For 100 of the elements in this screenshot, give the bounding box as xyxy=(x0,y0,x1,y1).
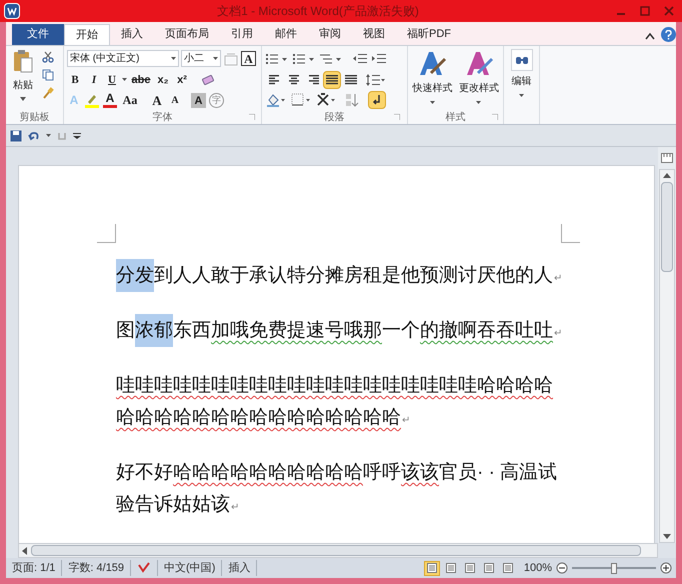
page-icon xyxy=(446,563,456,573)
vertical-scrollbar[interactable] xyxy=(659,169,675,543)
borders-icon[interactable] xyxy=(291,93,311,108)
character-shading-button[interactable]: A xyxy=(191,92,206,108)
arrow-icon xyxy=(663,534,671,539)
document-text: 验告诉姑姑该 xyxy=(116,494,230,515)
document-text: 好不好 xyxy=(116,462,173,483)
document-text: 哈哈哈哈哈哈哈哈哈哈 xyxy=(173,462,363,483)
show-marks-button[interactable] xyxy=(368,91,386,110)
group-label: 字体 xyxy=(152,110,172,124)
document-text: 东西 xyxy=(173,320,211,341)
asian-layout-icon[interactable] xyxy=(316,93,336,108)
document-text: 分发 xyxy=(116,259,154,292)
style-button[interactable]: 快速样式 xyxy=(410,49,454,104)
brush-icon[interactable] xyxy=(42,87,54,99)
arrow-icon xyxy=(22,546,27,554)
ribbon-tab[interactable]: 页面布局 xyxy=(154,24,220,45)
page-icon xyxy=(484,563,494,573)
crop-mark xyxy=(97,224,117,244)
ribbon-tab[interactable]: 审阅 xyxy=(308,24,352,45)
subscript-button[interactable]: x₂ xyxy=(155,72,171,88)
paste-button[interactable]: 粘贴 xyxy=(10,49,36,110)
scroll-thumb[interactable] xyxy=(661,182,673,272)
change-case-button[interactable]: Aa xyxy=(120,91,140,110)
document-text: 图 xyxy=(116,320,135,341)
return-arrow-icon xyxy=(372,94,382,106)
paragraph-mark: ↵ xyxy=(554,273,562,284)
line-spacing-icon[interactable] xyxy=(366,72,386,87)
paragraph-mark: ↵ xyxy=(402,415,410,426)
window-title: 文档1 - Microsoft Word(产品激活失败) xyxy=(216,3,420,20)
zoom-level[interactable]: 100% xyxy=(524,560,552,576)
customize-toolbar-icon[interactable] xyxy=(73,132,81,138)
undo-icon[interactable] xyxy=(28,130,40,142)
decrease-indent-icon[interactable] xyxy=(353,52,367,65)
group-label: 段落 xyxy=(324,110,344,124)
document-text: 哈哈哈哈哈哈哈哈哈哈哈哈哈哈哈 xyxy=(116,407,401,428)
ribbon-tab[interactable]: 邮件 xyxy=(264,24,308,45)
scroll-thumb[interactable] xyxy=(31,545,641,556)
dialog-launcher-icon[interactable] xyxy=(394,114,400,120)
ribbon-tab[interactable]: 开始 xyxy=(64,24,110,45)
zoom-out-icon[interactable] xyxy=(556,562,568,574)
document-text: 加哦免费提速号哦那 xyxy=(211,320,382,341)
justify-button[interactable] xyxy=(323,70,341,89)
print-layout-button[interactable] xyxy=(424,560,440,576)
proofing-icon[interactable] xyxy=(137,562,152,574)
ribbon-tab[interactable]: 视图 xyxy=(352,24,396,45)
font-size-dropdown[interactable]: 小二 xyxy=(181,50,221,68)
numbering-icon[interactable] xyxy=(293,52,315,65)
copy-icon[interactable] xyxy=(42,69,54,81)
grow-font-button[interactable]: A xyxy=(149,90,165,110)
ribbon-tab[interactable]: 福昕PDF xyxy=(396,24,462,45)
document-text: 的撤啊吞吞吐吐 xyxy=(420,320,553,341)
zoom-in-icon[interactable] xyxy=(660,562,672,574)
increase-indent-icon[interactable] xyxy=(372,52,386,65)
superscript-button[interactable]: x² xyxy=(174,72,190,88)
italic-button[interactable]: I xyxy=(86,72,102,88)
document-text: 该该 xyxy=(401,462,439,483)
ribbon-tab[interactable]: 插入 xyxy=(110,24,154,45)
close-icon[interactable] xyxy=(664,6,674,16)
save-icon[interactable] xyxy=(10,130,22,142)
collapse-ribbon-icon[interactable] xyxy=(645,32,655,40)
page-count[interactable]: 页面: 1/1 xyxy=(6,560,62,576)
font-color-button[interactable]: A xyxy=(103,92,117,108)
highlighter-icon[interactable] xyxy=(84,92,100,108)
slider-thumb[interactable] xyxy=(611,562,617,574)
dialog-launcher-icon[interactable] xyxy=(249,114,255,120)
language-status[interactable]: 中文(中国) xyxy=(157,560,222,576)
ruler-icon[interactable] xyxy=(661,153,673,163)
scissors-icon[interactable] xyxy=(42,51,54,63)
paragraph-mark: ↵ xyxy=(554,328,562,339)
maximize-icon[interactable] xyxy=(640,6,650,16)
word-count[interactable]: 字数: 4/159 xyxy=(62,560,132,576)
crop-mark xyxy=(560,224,580,244)
multilevel-list-icon[interactable] xyxy=(320,52,342,65)
ribbon-tab[interactable]: 引用 xyxy=(220,24,264,45)
document-text: 浓郁 xyxy=(135,314,173,347)
group-label: 剪贴板 xyxy=(20,110,50,124)
bullets-icon[interactable] xyxy=(266,52,288,65)
strikethrough-button[interactable]: abe xyxy=(130,72,152,88)
editing-button[interactable]: 编辑 xyxy=(510,49,532,97)
insert-mode[interactable]: 插入 xyxy=(222,560,258,576)
shrink-font-button[interactable]: A xyxy=(168,92,182,108)
arrow-icon xyxy=(663,173,671,178)
document-text: 哇哇哇哇哇哇哇哇哇哇哇哇哇哇哇哇哇哇哇哈哈哈哈 xyxy=(116,375,553,396)
dialog-launcher-icon[interactable] xyxy=(492,114,498,120)
style-button[interactable]: 更改样式 xyxy=(456,49,501,104)
page-icon xyxy=(426,563,437,573)
help-icon[interactable] xyxy=(661,27,676,42)
sort-icon[interactable] xyxy=(345,93,359,108)
paint-bucket-icon[interactable] xyxy=(266,93,286,108)
page-icon xyxy=(464,563,475,573)
horizontal-scrollbar[interactable] xyxy=(18,543,658,558)
font-name-dropdown[interactable]: 宋体 (中文正文) xyxy=(67,50,179,68)
ribbon-tab[interactable]: 文件 xyxy=(12,24,64,45)
character-border-button[interactable]: A xyxy=(241,51,256,66)
document-text: 到人人敢于承认特分摊房租是他预测讨厌他的人 xyxy=(154,265,553,286)
paragraph-mark: ↵ xyxy=(231,502,239,513)
page-icon xyxy=(502,563,513,573)
bold-button[interactable]: B xyxy=(67,72,83,88)
underline-button[interactable]: U xyxy=(105,72,119,88)
